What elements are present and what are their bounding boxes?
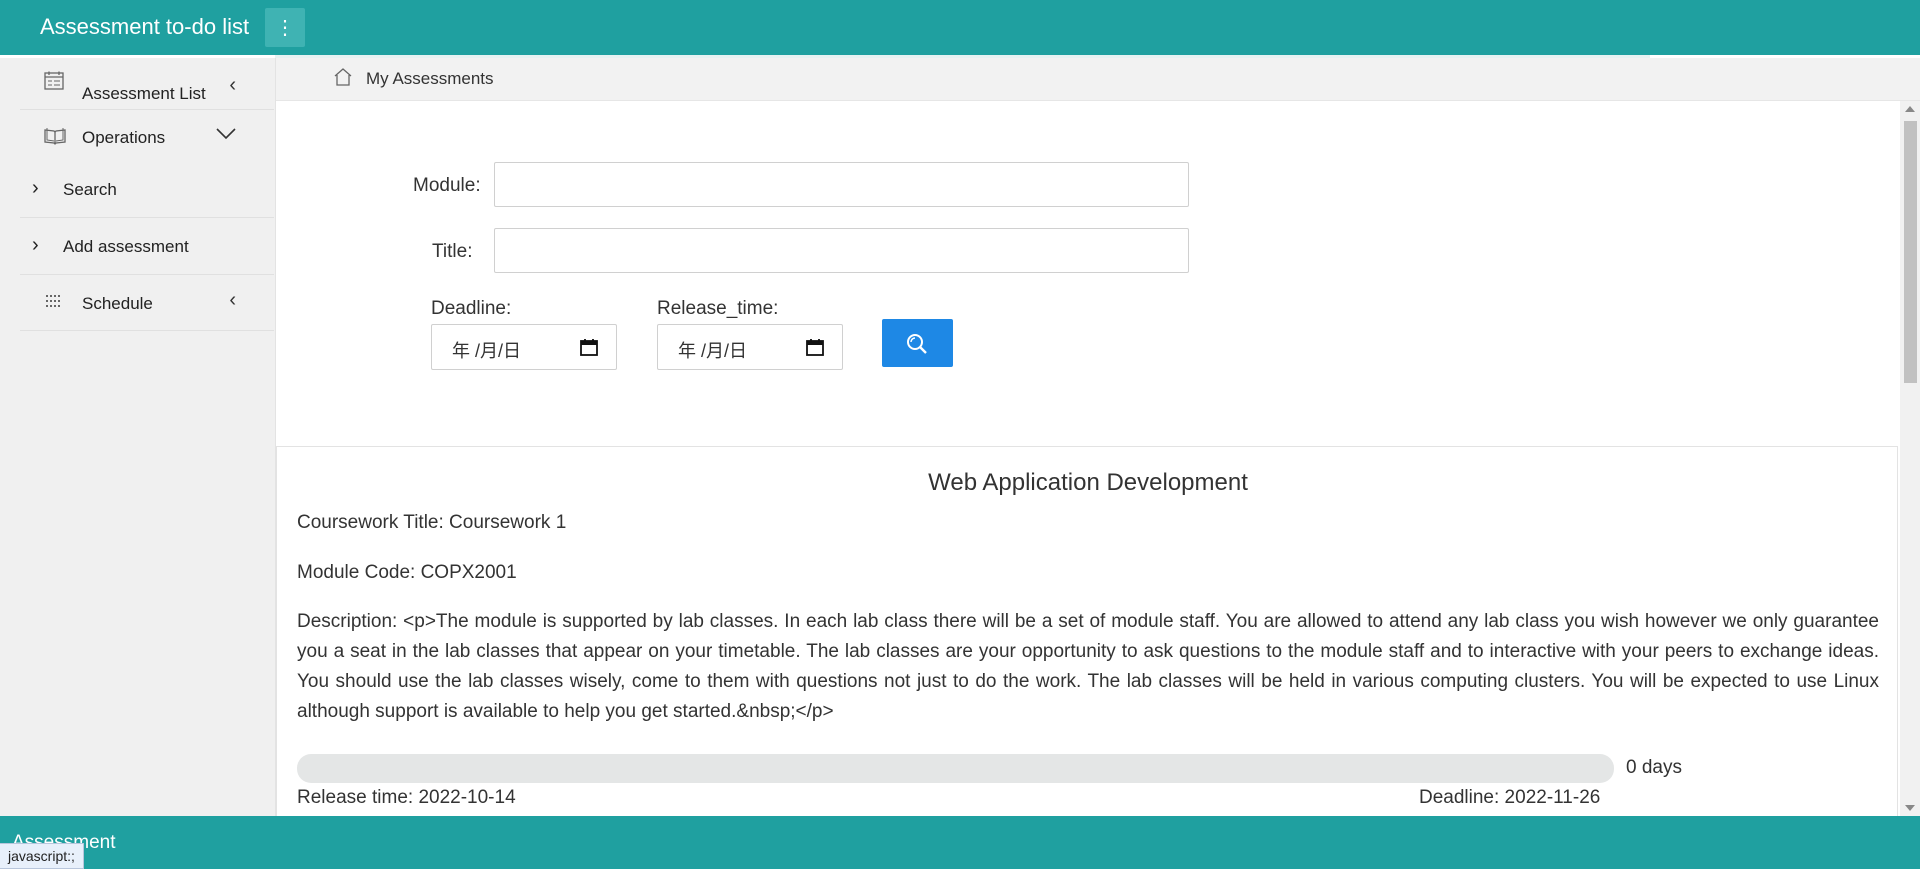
grid-icon bbox=[44, 292, 64, 312]
breadcrumb-my-assessments[interactable]: My Assessments bbox=[366, 69, 494, 89]
module-name: Web Application Development bbox=[928, 469, 1248, 496]
sidebar-item-operations[interactable]: Operations bbox=[20, 109, 274, 161]
coursework-title: Coursework Title: Coursework 1 bbox=[297, 512, 567, 533]
breadcrumb: My Assessments bbox=[276, 58, 1920, 101]
chevron-right-icon: › bbox=[32, 234, 39, 256]
content-scrollbar[interactable] bbox=[1900, 101, 1920, 816]
book-icon bbox=[44, 126, 66, 146]
days-remaining: 0 days bbox=[1626, 757, 1682, 778]
module-code: Module Code: COPX2001 bbox=[297, 562, 517, 583]
deadline-label: Deadline: bbox=[431, 298, 512, 319]
deadline-date-value: 年 /月/日 bbox=[452, 341, 522, 361]
deadline-date-input[interactable]: 年 /月/日 bbox=[431, 324, 617, 370]
deadline: Deadline: 2022-11-26 bbox=[1419, 787, 1601, 808]
search-icon bbox=[907, 334, 927, 354]
assessment-description: Description: <p>The module is supported … bbox=[297, 611, 1879, 722]
main-content: Module: Title: Deadline: 年 /月/日 Release_… bbox=[276, 101, 1899, 816]
sidebar-item-assessment-list[interactable]: Assessment List ‹ bbox=[20, 58, 274, 110]
footer-bar: Assessment bbox=[0, 816, 1920, 869]
scroll-down-arrow-icon[interactable] bbox=[1905, 805, 1915, 811]
time-progress-bar bbox=[297, 754, 1614, 783]
chevron-down-icon bbox=[216, 123, 236, 146]
more-vertical-icon: ⋮ bbox=[275, 16, 295, 39]
release-time: Release time: 2022-10-14 bbox=[297, 787, 516, 808]
release-time-date-value: 年 /月/日 bbox=[678, 341, 748, 361]
scrollbar-thumb[interactable] bbox=[1904, 121, 1917, 383]
title-label: Title: bbox=[432, 241, 473, 262]
home-icon[interactable] bbox=[334, 68, 352, 86]
calendar-icon[interactable] bbox=[580, 338, 598, 356]
release-time-date-input[interactable]: 年 /月/日 bbox=[657, 324, 843, 370]
chevron-right-icon: › bbox=[32, 177, 39, 199]
more-menu-button[interactable]: ⋮ bbox=[265, 8, 305, 47]
search-button[interactable] bbox=[882, 319, 953, 367]
app-title: Assessment to-do list bbox=[40, 14, 250, 39]
sidebar: Assessment List ‹ Operations › Search › … bbox=[0, 58, 276, 816]
sidebar-item-label: Operations bbox=[82, 128, 166, 147]
sidebar-item-label: Add assessment bbox=[63, 237, 189, 256]
sidebar-item-label: Schedule bbox=[82, 294, 153, 313]
chevron-left-icon: ‹ bbox=[229, 289, 236, 311]
sidebar-item-label: Assessment List bbox=[82, 84, 206, 103]
module-input[interactable] bbox=[494, 162, 1189, 207]
assessment-card: Web Application Development Coursework T… bbox=[276, 446, 1898, 816]
title-input[interactable] bbox=[494, 228, 1189, 273]
sidebar-subitem-search[interactable]: › Search bbox=[20, 161, 274, 218]
calendar-list-icon bbox=[44, 71, 64, 91]
module-label: Module: bbox=[413, 175, 481, 196]
top-bar: Assessment to-do list ⋮ bbox=[0, 0, 1920, 55]
sidebar-subitem-add-assessment[interactable]: › Add assessment bbox=[20, 217, 274, 275]
sidebar-item-schedule[interactable]: Schedule ‹ bbox=[20, 274, 274, 331]
sidebar-item-label: Search bbox=[63, 180, 117, 199]
chevron-left-icon: ‹ bbox=[229, 74, 236, 96]
scroll-up-arrow-icon[interactable] bbox=[1905, 106, 1915, 112]
release-time-label: Release_time: bbox=[657, 298, 779, 319]
link-status-preview: javascript:; bbox=[0, 843, 84, 869]
calendar-icon[interactable] bbox=[806, 338, 824, 356]
